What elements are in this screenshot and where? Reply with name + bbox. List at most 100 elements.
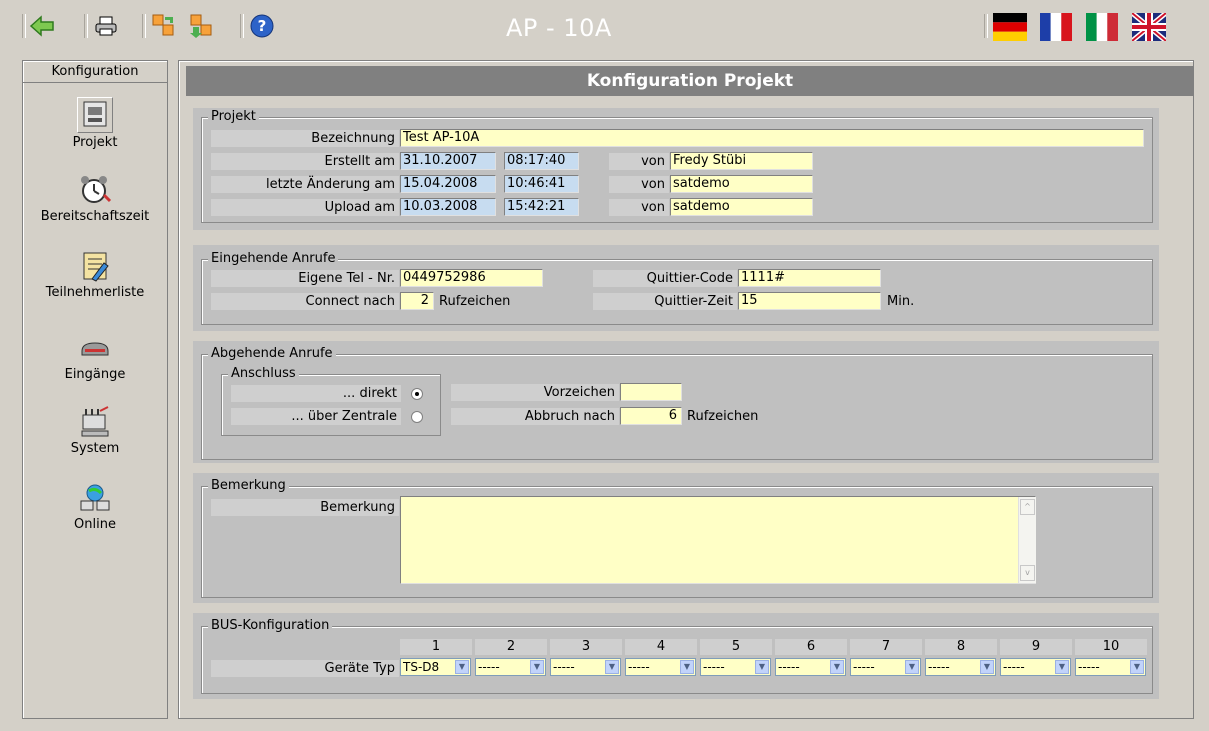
- bemerkung-label: Bemerkung: [211, 499, 399, 516]
- scroll-down-icon[interactable]: v: [1020, 565, 1035, 581]
- qzeit-label: Quittier-Zeit: [593, 293, 737, 310]
- bezeichnung-label: Bezeichnung: [211, 130, 399, 147]
- direkt-label: ... direkt: [231, 385, 401, 402]
- svg-text:?: ?: [258, 17, 267, 35]
- bus-device-select-7[interactable]: ----- ▼: [850, 658, 921, 676]
- device-icon: [81, 342, 109, 356]
- sidebar-item-system[interactable]: System: [23, 405, 167, 456]
- group-legend: Anschluss: [228, 366, 299, 382]
- abbruch-field[interactable]: 6: [620, 407, 682, 425]
- print-icon: [95, 16, 117, 36]
- bus-column-header: 10: [1075, 639, 1147, 655]
- toolbar: ? AP - 10A: [0, 0, 1209, 48]
- back-button[interactable]: [28, 13, 56, 39]
- notepad-icon: [83, 252, 109, 282]
- bus-column-header: 8: [925, 639, 997, 655]
- sidebar-item-projekt[interactable]: Projekt: [23, 97, 167, 150]
- erstellt-date-field[interactable]: 31.10.2007: [400, 152, 496, 170]
- select-value: -----: [1003, 660, 1025, 674]
- erstellt-label: Erstellt am: [211, 153, 399, 170]
- eingehend-panel: Eingehende Anrufe Eigene Tel - Nr. 04497…: [193, 245, 1159, 331]
- tel-field[interactable]: 0449752986: [400, 269, 543, 287]
- bus-device-select-1[interactable]: TS-D8 ▼: [400, 658, 471, 676]
- erstellt-time-field[interactable]: 08:17:40: [504, 152, 579, 170]
- flag-de-icon[interactable]: [993, 13, 1027, 41]
- bus-device-select-9[interactable]: ----- ▼: [1000, 658, 1071, 676]
- bus-device-select-5[interactable]: ----- ▼: [700, 658, 771, 676]
- vorzeichen-field[interactable]: [620, 383, 682, 401]
- sidebar-item-eingaenge[interactable]: Eingänge: [23, 331, 167, 382]
- select-value: -----: [853, 660, 875, 674]
- group-legend: Abgehende Anrufe: [208, 346, 336, 362]
- aenderung-date-field[interactable]: 15.04.2008: [400, 175, 496, 193]
- bus-device-select-6[interactable]: ----- ▼: [775, 658, 846, 676]
- upload-icon: [190, 14, 212, 38]
- help-icon: ?: [250, 14, 274, 38]
- chevron-down-icon: ▼: [1130, 660, 1144, 674]
- chevron-down-icon: ▼: [455, 660, 469, 674]
- bemerkung-scrollbar[interactable]: ^ v: [1018, 497, 1036, 583]
- sidebar-item-online[interactable]: Online: [23, 481, 167, 532]
- select-value: -----: [703, 660, 725, 674]
- upload-von-field[interactable]: satdemo: [670, 198, 813, 216]
- chevron-down-icon: ▼: [830, 660, 844, 674]
- bus-column-header: 4: [625, 639, 697, 655]
- bemerkung-textarea[interactable]: [400, 496, 1036, 584]
- flag-it-icon[interactable]: [1086, 13, 1118, 41]
- app-title: AP - 10A: [506, 14, 612, 42]
- aenderung-label: letzte Änderung am: [211, 176, 399, 193]
- group-legend: Eingehende Anrufe: [208, 251, 339, 267]
- connect-field[interactable]: 2: [400, 292, 434, 310]
- chevron-down-icon: ▼: [680, 660, 694, 674]
- erstellt-von-label: von: [609, 153, 669, 170]
- computer-icon: [77, 97, 113, 133]
- group-legend: Projekt: [208, 109, 259, 125]
- aenderung-von-field[interactable]: satdemo: [670, 175, 813, 193]
- anschluss-group: Anschluss: [221, 366, 441, 436]
- sidebar-item-teilnehmerliste[interactable]: Teilnehmerliste: [23, 249, 167, 300]
- bus-device-select-4[interactable]: ----- ▼: [625, 658, 696, 676]
- chevron-down-icon: ▼: [530, 660, 544, 674]
- download-button[interactable]: [150, 13, 178, 39]
- sidebar-item-label: Teilnehmerliste: [45, 285, 145, 300]
- bus-device-select-8[interactable]: ----- ▼: [925, 658, 996, 676]
- erstellt-von-field[interactable]: Fredy Stübi: [670, 152, 813, 170]
- qzeit-field[interactable]: 15: [738, 292, 881, 310]
- sidebar-header[interactable]: Konfiguration: [23, 61, 167, 83]
- zentrale-radio[interactable]: [411, 411, 423, 423]
- sidebar-item-label: Projekt: [72, 135, 118, 150]
- toolbar-separator: [22, 14, 26, 38]
- bezeichnung-field[interactable]: Test AP-10A: [400, 129, 1144, 147]
- flag-fr-icon[interactable]: [1040, 13, 1072, 41]
- page-title: Konfiguration Projekt: [186, 66, 1194, 96]
- aenderung-time-field[interactable]: 10:46:41: [504, 175, 579, 193]
- toolbar-separator: [240, 14, 244, 38]
- upload-date-field[interactable]: 10.03.2008: [400, 198, 496, 216]
- select-value: -----: [928, 660, 950, 674]
- abbruch-label: Abbruch nach: [451, 408, 619, 425]
- aenderung-von-label: von: [609, 176, 669, 193]
- select-value: -----: [478, 660, 500, 674]
- upload-time-field[interactable]: 15:42:21: [504, 198, 579, 216]
- flag-uk-icon[interactable]: [1132, 13, 1166, 41]
- upload-button[interactable]: [188, 13, 216, 39]
- print-button[interactable]: [92, 13, 120, 39]
- help-button[interactable]: ?: [248, 13, 276, 39]
- bus-column-header: 7: [850, 639, 922, 655]
- sidebar-item-bereitschaftszeit[interactable]: Bereitschaftszeit: [23, 173, 167, 224]
- sidebar: Konfiguration Projekt Bereitschaftszeit …: [22, 60, 168, 719]
- bus-column-header: 3: [550, 639, 622, 655]
- qcode-field[interactable]: 1111#: [738, 269, 881, 287]
- bemerkung-panel: Bemerkung Bemerkung ^ v: [193, 473, 1159, 603]
- group-legend: BUS-Konfiguration: [208, 618, 333, 634]
- connect-unit: Rufzeichen: [439, 294, 511, 309]
- bus-column-header: 1: [400, 639, 472, 655]
- direkt-radio[interactable]: [411, 388, 423, 400]
- scroll-up-icon[interactable]: ^: [1020, 499, 1035, 515]
- bus-device-select-10[interactable]: ----- ▼: [1075, 658, 1146, 676]
- alarm-clock-icon: [81, 176, 112, 203]
- bus-device-select-3[interactable]: ----- ▼: [550, 658, 621, 676]
- zentrale-label: ... über Zentrale: [231, 408, 401, 425]
- network-icon: [80, 484, 110, 511]
- bus-device-select-2[interactable]: ----- ▼: [475, 658, 546, 676]
